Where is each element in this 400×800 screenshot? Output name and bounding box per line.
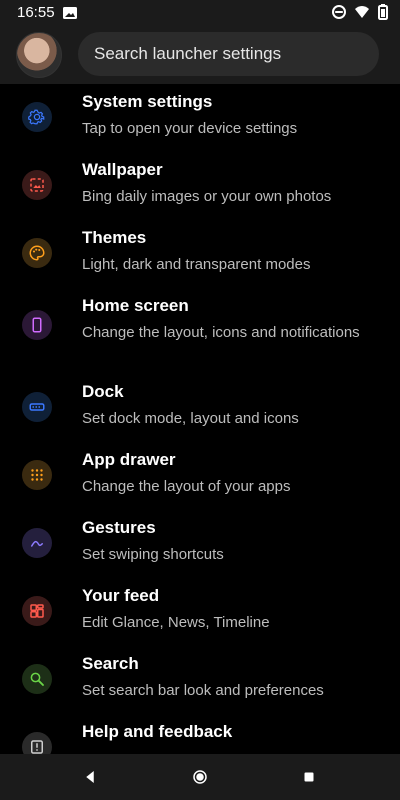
header: Search launcher settings (0, 26, 400, 84)
settings-item-title: Gestures (82, 518, 156, 537)
gear-icon (22, 102, 52, 132)
settings-item-subtitle: Tap to open your device settings (82, 120, 298, 137)
feed-icon (22, 596, 52, 626)
settings-item-subtitle: Set dock mode, layout and icons (82, 410, 299, 427)
settings-item-title: System settings (82, 92, 213, 111)
settings-item-subtitle: Change the layout, icons and notificatio… (82, 324, 360, 341)
settings-item-subtitle: Change the layout of your apps (82, 478, 291, 495)
settings-item-subtitle: Set search bar look and preferences (82, 682, 324, 699)
settings-item-title: Wallpaper (82, 160, 163, 179)
search-bar[interactable]: Search launcher settings (78, 32, 379, 76)
settings-item-gestures[interactable]: Gestures Set swiping shortcuts (0, 510, 400, 578)
search-placeholder: Search launcher settings (94, 44, 282, 63)
settings-item-title: Dock (82, 382, 124, 401)
settings-item-subtitle: Edit Glance, News, Timeline (82, 614, 270, 631)
settings-list: System settings Tap to open your device … (0, 84, 400, 754)
back-button[interactable] (78, 765, 102, 789)
settings-item-title: Themes (82, 228, 147, 247)
phone-icon (22, 310, 52, 340)
dock-icon (22, 392, 52, 422)
settings-item-themes[interactable]: Themes Light, dark and transparent modes (0, 220, 400, 288)
settings-item-system-settings[interactable]: System settings Tap to open your device … (0, 84, 400, 152)
status-time: 16:55 (17, 4, 55, 21)
settings-item-subtitle: Set swiping shortcuts (82, 546, 224, 563)
settings-item-dock[interactable]: Dock Set dock mode, layout and icons (0, 374, 400, 442)
battery-icon (378, 4, 388, 25)
settings-item-title: Search (82, 654, 139, 673)
settings-item-your-feed[interactable]: Your feed Edit Glance, News, Timeline (0, 578, 400, 646)
avatar[interactable] (16, 32, 62, 78)
app-grid-icon (22, 460, 52, 490)
back-icon (86, 771, 94, 783)
status-icons (332, 4, 388, 25)
navigation-bar (0, 754, 400, 800)
do-not-disturb-icon (332, 5, 346, 24)
settings-item-subtitle: Light, dark and transparent modes (82, 256, 311, 273)
image-notification-icon (63, 6, 77, 19)
recents-button[interactable] (297, 765, 321, 789)
home-icon (193, 770, 207, 784)
settings-item-title: Help and feedback (82, 722, 233, 741)
recents-icon (304, 772, 314, 782)
home-button[interactable] (188, 765, 212, 789)
settings-item-help-and-feedback[interactable]: Help and feedback (0, 714, 400, 754)
search-icon (22, 664, 52, 694)
settings-item-title: Your feed (82, 586, 160, 605)
wallpaper-icon (22, 170, 52, 200)
settings-item-search[interactable]: Search Set search bar look and preferenc… (0, 646, 400, 714)
status-bar: 16:55 (0, 0, 400, 26)
help-icon (22, 732, 52, 754)
settings-item-app-drawer[interactable]: App drawer Change the layout of your app… (0, 442, 400, 510)
settings-item-title: App drawer (82, 450, 176, 469)
wifi-icon (354, 5, 370, 24)
settings-item-wallpaper[interactable]: Wallpaper Bing daily images or your own … (0, 152, 400, 220)
settings-item-subtitle: Bing daily images or your own photos (82, 188, 332, 205)
settings-item-home-screen[interactable]: Home screen Change the layout, icons and… (0, 288, 400, 374)
settings-item-title: Home screen (82, 296, 189, 315)
palette-icon (22, 238, 52, 268)
gesture-icon (22, 528, 52, 558)
